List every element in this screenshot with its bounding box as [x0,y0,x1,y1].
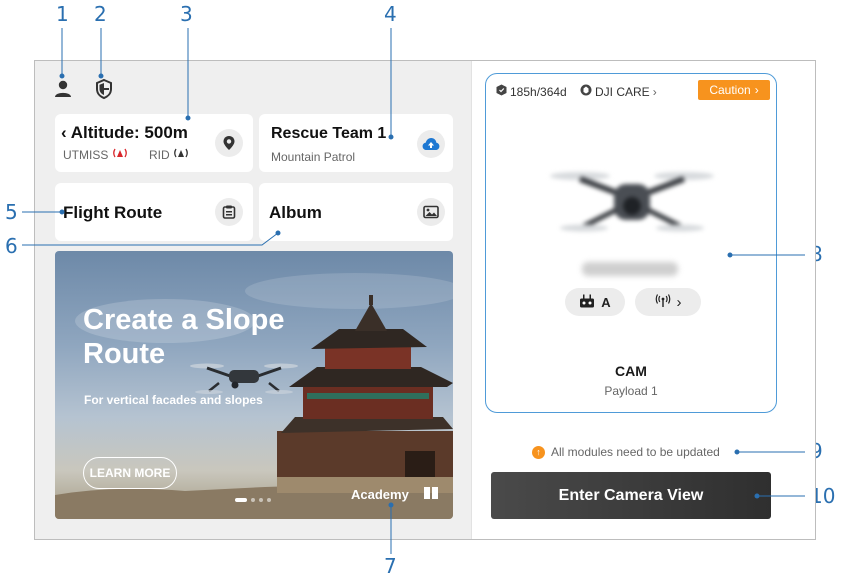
route-list-icon[interactable] [215,198,243,226]
update-notice-text: All modules need to be updated [551,445,720,459]
carousel-dot[interactable] [235,498,247,502]
book-icon[interactable] [423,486,439,505]
aircraft-status-card[interactable]: 185h/364d DJI CARE › Caution › A › CAM P… [485,73,777,413]
team-name: Rescue Team 1 [271,125,387,142]
rid-signal-icon [172,146,190,164]
banner-subtitle: For vertical facades and slopes [84,393,263,407]
flight-stats: 185h/364d [496,84,567,99]
hex-shield-icon [496,84,507,99]
utmiss-label: UTMISS [63,148,109,162]
carousel-dot[interactable] [259,498,263,502]
callout-5: 5 [5,200,18,224]
album-title: Album [269,203,322,222]
promo-banner[interactable]: Create a Slope Route For vertical facade… [55,251,453,519]
care-badge-icon [580,84,592,99]
utmiss-signal-icon [111,146,129,164]
person-icon[interactable] [52,78,74,100]
signal-pill[interactable]: › [635,288,701,316]
enter-camera-view-button[interactable]: Enter Camera View [491,472,771,519]
payload-subtitle: Payload 1 [604,384,658,398]
antenna-signal-icon [655,293,671,311]
update-notice[interactable]: ↑ All modules need to be updated [532,445,720,459]
album-card[interactable]: Album [259,183,453,241]
aircraft-model-name-blurred [582,262,678,276]
team-subtitle: Mountain Patrol [271,150,356,164]
carousel-dot[interactable] [251,498,255,502]
caution-button[interactable]: Caution › [698,80,770,100]
flight-stats-value: 185h/364d [510,84,567,99]
location-pin-icon[interactable] [215,129,243,157]
carousel-dot[interactable] [267,498,271,502]
caution-label: Caution [709,83,751,97]
altitude-value: ‹ Altitude: 500m [61,123,188,142]
callout-4: 4 [384,2,397,26]
flight-route-card[interactable]: Flight Route [55,183,253,241]
chevron-right-icon: › [754,83,759,97]
remote-controller-icon [579,294,595,311]
callout-7: 7 [384,554,397,578]
learn-more-button[interactable]: LEARN MORE [83,457,177,489]
warning-dot-icon: ↑ [532,445,545,459]
banner-title: Create a Slope Route [83,304,285,370]
cloud-upload-icon[interactable] [417,130,445,158]
callout-2: 2 [94,2,107,26]
rid-label: RID [149,148,170,162]
callout-1: 1 [56,2,69,26]
right-panel: 185h/364d DJI CARE › Caution › A › CAM P… [471,61,815,539]
annotated-screenshot: 1 2 3 4 5 6 7 8 9 10 ‹ Altitude: 500m UT… [0,0,842,578]
shield-icon[interactable] [93,78,115,100]
left-panel: ‹ Altitude: 500m UTMISS RID Rescue Team … [35,61,471,539]
flight-route-title: Flight Route [63,203,163,222]
remote-controller-label: A [601,294,611,310]
carousel-dots[interactable] [235,498,271,502]
academy-link[interactable]: Academy [351,487,409,502]
altitude-card[interactable]: ‹ Altitude: 500m UTMISS RID [55,114,253,172]
chevron-right-icon: › [676,293,682,311]
image-icon[interactable] [417,198,445,226]
dji-care-label: DJI CARE [595,84,650,99]
callout-3: 3 [180,2,193,26]
chevron-right-icon: › [652,84,657,99]
payload-name: CAM [615,363,647,379]
device-screen: ‹ Altitude: 500m UTMISS RID Rescue Team … [34,60,816,540]
dji-care-link[interactable]: DJI CARE › [580,84,657,99]
aircraft-image [550,172,714,232]
remote-controller-pill[interactable]: A [565,288,625,316]
team-card[interactable]: Rescue Team 1 Mountain Patrol [259,114,453,172]
callout-6: 6 [5,234,18,258]
